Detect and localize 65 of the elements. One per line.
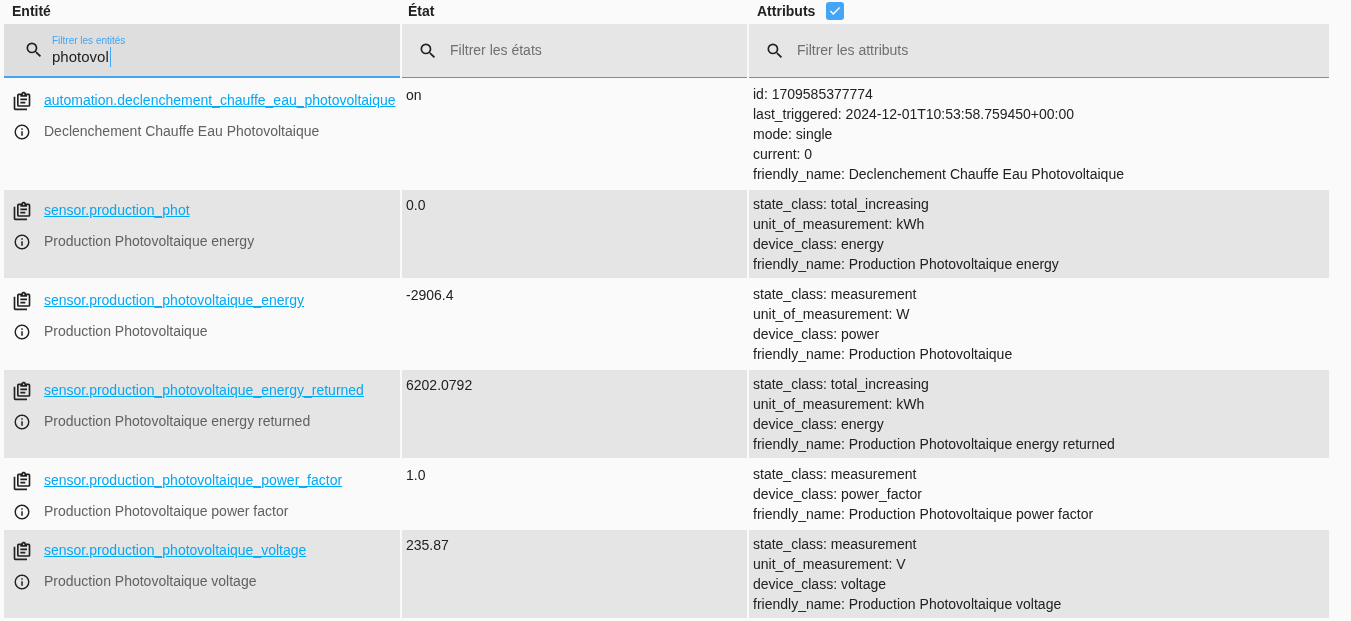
- column-header: Entité: [11, 1, 52, 21]
- entity-name: Production Photovoltaique voltage: [44, 572, 257, 591]
- attribute-line: device_class: power: [753, 325, 881, 344]
- entity-filter-field[interactable]: Filtrer les entités photovol: [4, 24, 400, 78]
- attribute-line: unit_of_measurement: kWh: [753, 395, 926, 414]
- entity-link[interactable]: sensor.production_photovoltaique_power_factor: [44, 470, 343, 491]
- clipboard-icon[interactable]: [12, 200, 32, 221]
- state-value: on: [406, 87, 422, 103]
- attribute-line: state_class: measurement: [753, 535, 918, 554]
- attribute-line: friendly_name: Production Photovoltaique: [753, 345, 1014, 364]
- attribute-line: id: 1709585377774: [753, 85, 874, 104]
- attribute-line: unit_of_measurement: V: [753, 555, 907, 574]
- attribute-line: friendly_name: Production Photovoltaique voltage: [753, 595, 1063, 614]
- info-icon[interactable]: [13, 122, 31, 141]
- attribute-line: state_class: total_increasing: [753, 375, 930, 394]
- entity-name: Declenchement Chauffe Eau Photovoltaique: [44, 122, 320, 141]
- attribute-line: state_class: measurement: [753, 465, 918, 484]
- state-value: 235.87: [406, 537, 449, 553]
- attribute-line: device_class: energy: [753, 235, 885, 254]
- attribute-line: current: 0: [753, 145, 814, 164]
- clipboard-icon[interactable]: [12, 380, 32, 401]
- attribute-line: device_class: voltage: [753, 575, 888, 594]
- entity-link[interactable]: sensor.production_photovoltaique_voltage: [44, 540, 307, 561]
- info-icon[interactable]: [13, 572, 31, 591]
- info-icon[interactable]: [13, 322, 31, 341]
- attribute-line: device_class: power_factor: [753, 485, 923, 504]
- state-value: 0.0: [406, 197, 426, 213]
- attribute-line: mode: single: [753, 125, 834, 144]
- attribute-line: last_triggered: 2024-12-01T10:53:58.759450+00:00: [753, 105, 1076, 124]
- entity-link[interactable]: sensor.production_photovoltaique_energy_returned: [44, 380, 364, 401]
- entity-name: Production Photovoltaique energy: [44, 232, 255, 251]
- info-icon[interactable]: [13, 232, 31, 251]
- checkmark-icon: [828, 4, 843, 18]
- entity-name: Production Photovoltaique energy returned: [44, 412, 311, 431]
- state-filter-field[interactable]: Filtrer les états: [402, 24, 747, 78]
- info-icon[interactable]: [13, 412, 31, 431]
- column-header: Attributs: [757, 1, 816, 21]
- clipboard-icon[interactable]: [12, 290, 32, 311]
- entity-name: Production Photovoltaique: [44, 322, 208, 341]
- clipboard-icon[interactable]: [12, 90, 32, 111]
- field-label: Filtrer les entités: [52, 35, 126, 47]
- entity-name: Production Photovoltaique power factor: [44, 502, 289, 521]
- info-icon[interactable]: [13, 502, 31, 521]
- attribute-line: state_class: total_increasing: [753, 195, 930, 214]
- clipboard-icon[interactable]: [12, 540, 32, 561]
- entity-link[interactable]: sensor.production_photovoltaique_energy: [44, 290, 304, 311]
- clipboard-icon[interactable]: [12, 470, 32, 491]
- attribute-line: unit_of_measurement: kWh: [753, 215, 926, 234]
- attribute-line: unit_of_measurement: W: [753, 305, 911, 324]
- attribute-line: device_class: energy: [753, 415, 885, 434]
- entity-link[interactable]: automation.declenchement_chauffe_eau_photovoltaique: [44, 90, 396, 111]
- field-value: photovol: [52, 47, 111, 67]
- column-header: État: [407, 1, 436, 21]
- attributes-checkbox[interactable]: [826, 2, 845, 20]
- state-value: 1.0: [406, 467, 426, 483]
- attribute-line: friendly_name: Production Photovoltaique energy returned: [753, 435, 1116, 454]
- state-value: -2906.4: [406, 287, 454, 303]
- attribute-line: friendly_name: Production Photovoltaique energy: [753, 255, 1060, 274]
- state-value: 6202.0792: [406, 377, 473, 393]
- attribute-line: state_class: measurement: [753, 285, 918, 304]
- attributes-filter-field[interactable]: Filtrer les attributs: [749, 24, 1329, 78]
- attribute-line: friendly_name: Production Photovoltaique power factor: [753, 505, 1095, 524]
- attribute-line: friendly_name: Declenchement Chauffe Eau Photovoltaique: [753, 165, 1125, 184]
- entity-link[interactable]: sensor.production_phot: [44, 200, 190, 221]
- search-icon: [24, 40, 44, 60]
